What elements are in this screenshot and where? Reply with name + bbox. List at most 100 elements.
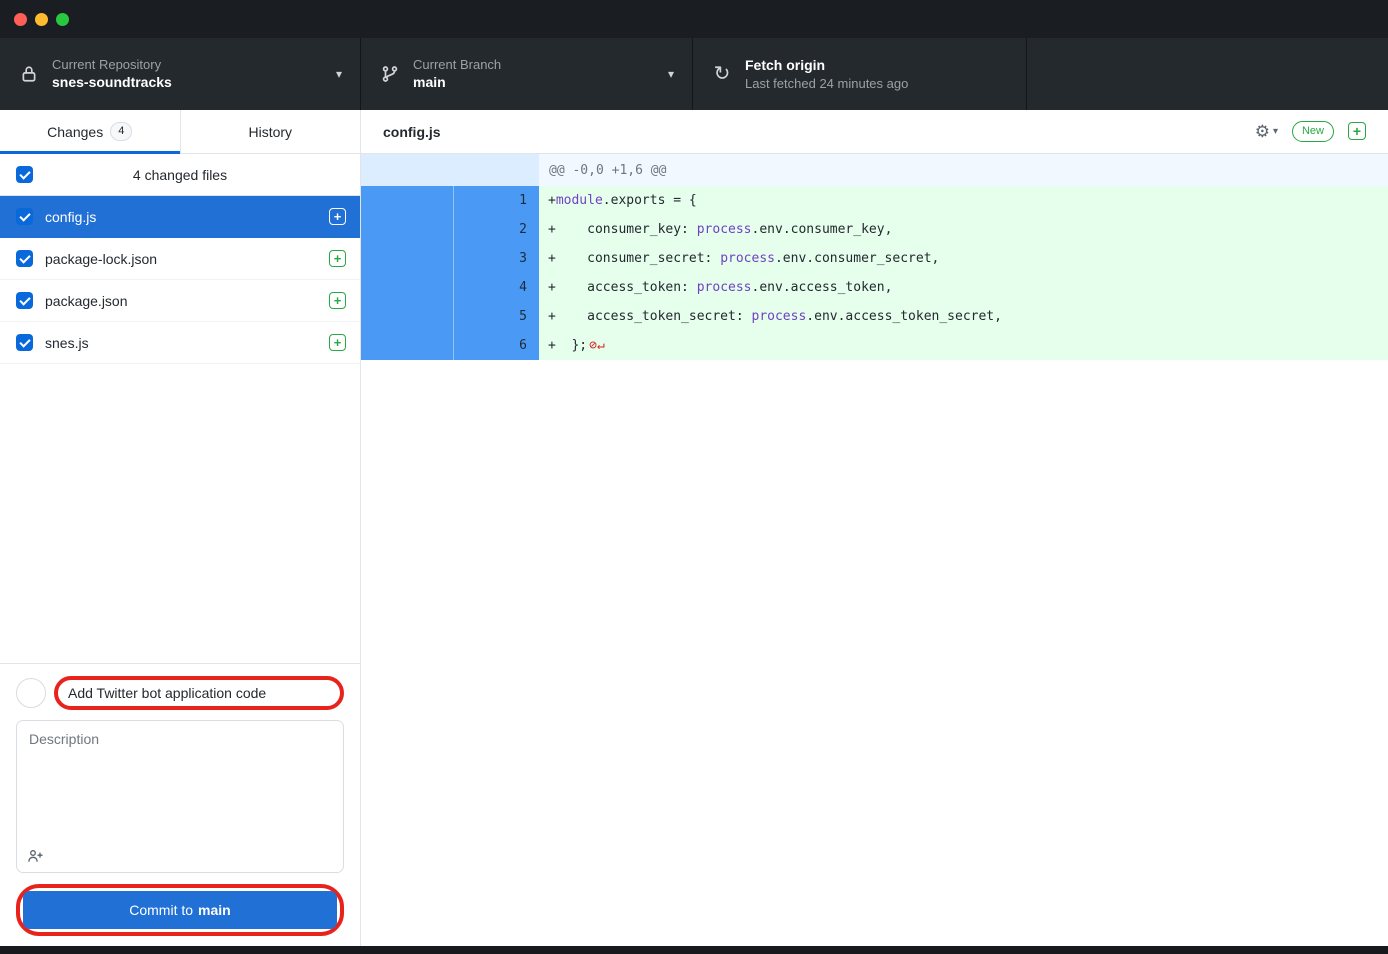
diff-code-line: +module.exports = { xyxy=(539,186,1388,215)
commit-summary-row xyxy=(16,676,344,710)
sidebar-tabs: Changes 4 History xyxy=(0,110,360,154)
current-branch-dropdown[interactable]: Current Branch main ▾ xyxy=(361,38,693,110)
include-file-plus-icon[interactable] xyxy=(329,208,346,225)
current-branch-value: main xyxy=(413,73,501,92)
file-name: snes.js xyxy=(45,335,317,351)
window-bottom-edge xyxy=(0,946,1388,954)
diff-panel: config.js ⚙ ▾ New @@ -0,0 +1,6 @@ 1+modu… xyxy=(361,110,1388,946)
fetch-origin-button[interactable]: ↻ Fetch origin Last fetched 24 minutes a… xyxy=(693,38,1027,110)
changed-files-count: 4 changed files xyxy=(33,167,327,183)
file-checkbox[interactable] xyxy=(16,292,33,309)
annotation-highlight-summary xyxy=(54,676,344,710)
diff-code-line: + consumer_key: process.env.consumer_key… xyxy=(539,215,1388,244)
lock-icon xyxy=(18,65,40,83)
zoom-button[interactable] xyxy=(56,13,69,26)
diff-file-name: config.js xyxy=(383,124,441,140)
current-repository-value: snes-soundtracks xyxy=(52,73,172,92)
git-branch-icon xyxy=(379,65,401,83)
tab-changes-label: Changes xyxy=(47,124,103,140)
hunk-header-text: @@ -0,0 +1,6 @@ xyxy=(539,154,1388,186)
changes-count-badge: 4 xyxy=(110,122,132,140)
diff-gutter-new[interactable]: 3 xyxy=(453,244,539,273)
toolbar: Current Repository snes-soundtracks ▾ Cu… xyxy=(0,38,1388,110)
diff-gutter-new[interactable]: 5 xyxy=(453,302,539,331)
hunk-header-row: @@ -0,0 +1,6 @@ xyxy=(361,154,1388,186)
file-name: package.json xyxy=(45,293,317,309)
diff-gutter-new[interactable]: 6 xyxy=(453,331,539,360)
avatar xyxy=(16,678,46,708)
commit-description-input[interactable] xyxy=(17,721,343,839)
gear-icon: ⚙ xyxy=(1255,123,1270,140)
diff-header: config.js ⚙ ▾ New xyxy=(361,110,1388,154)
diff-line-5: 5+ access_token_secret: process.env.acce… xyxy=(361,302,1388,331)
changed-files-header: 4 changed files xyxy=(0,154,360,196)
file-checkbox[interactable] xyxy=(16,208,33,225)
file-row-config.js[interactable]: config.js xyxy=(0,196,360,238)
add-plus-icon[interactable] xyxy=(1348,122,1366,140)
tab-changes[interactable]: Changes 4 xyxy=(0,110,180,153)
fetch-origin-title: Fetch origin xyxy=(745,56,908,75)
include-file-plus-icon[interactable] xyxy=(329,334,346,351)
diff-gutter-old[interactable] xyxy=(361,186,453,215)
file-name: package-lock.json xyxy=(45,251,317,267)
diff-options-button[interactable]: ⚙ ▾ xyxy=(1255,123,1278,140)
tab-history-label: History xyxy=(248,124,292,140)
commit-button[interactable]: Commit to main xyxy=(23,891,337,929)
diff-code-line: + access_token: process.env.access_token… xyxy=(539,273,1388,302)
minimize-button[interactable] xyxy=(35,13,48,26)
current-branch-label: Current Branch xyxy=(413,56,501,74)
chevron-down-icon: ▾ xyxy=(1273,126,1278,137)
commit-button-prefix: Commit to xyxy=(129,902,193,918)
diff-gutter-old[interactable] xyxy=(361,215,453,244)
select-all-checkbox[interactable] xyxy=(16,166,33,183)
diff-gutter-old[interactable] xyxy=(361,273,453,302)
current-repository-label: Current Repository xyxy=(52,56,172,74)
sync-icon: ↻ xyxy=(711,64,733,84)
file-list: config.js package-lock.json package.json sn… xyxy=(0,196,360,364)
diff-code-line: + };⊘↵ xyxy=(539,331,1388,360)
app-window: Current Repository snes-soundtracks ▾ Cu… xyxy=(0,0,1388,954)
close-button[interactable] xyxy=(14,13,27,26)
diff-gutter-new[interactable]: 1 xyxy=(453,186,539,215)
diff-gutter-old[interactable] xyxy=(361,331,453,360)
diff-line-3: 3+ consumer_secret: process.env.consumer… xyxy=(361,244,1388,273)
hunk-gutter xyxy=(361,154,539,186)
include-file-plus-icon[interactable] xyxy=(329,292,346,309)
commit-summary-input[interactable] xyxy=(66,683,332,703)
chevron-down-icon: ▾ xyxy=(324,67,342,81)
new-file-badge: New xyxy=(1292,121,1334,141)
annotation-highlight-commit: Commit to main xyxy=(16,884,344,936)
diff-line-1: 1+module.exports = { xyxy=(361,186,1388,215)
file-row-package-lock.json[interactable]: package-lock.json xyxy=(0,238,360,280)
file-checkbox[interactable] xyxy=(16,334,33,351)
diff-lines: 1+module.exports = {2+ consumer_key: pro… xyxy=(361,186,1388,360)
fetch-origin-subtitle: Last fetched 24 minutes ago xyxy=(745,75,908,93)
diff-gutter-old[interactable] xyxy=(361,244,453,273)
sidebar: Changes 4 History 4 changed files config… xyxy=(0,110,361,946)
diff-line-6: 6+ };⊘↵ xyxy=(361,331,1388,360)
titlebar xyxy=(0,0,1388,38)
toolbar-spacer xyxy=(1027,38,1388,110)
current-repository-dropdown[interactable]: Current Repository snes-soundtracks ▾ xyxy=(0,38,361,110)
tab-history[interactable]: History xyxy=(180,110,361,153)
diff-line-2: 2+ consumer_key: process.env.consumer_ke… xyxy=(361,215,1388,244)
diff-code-line: + access_token_secret: process.env.acces… xyxy=(539,302,1388,331)
diff-line-4: 4+ access_token: process.env.access_toke… xyxy=(361,273,1388,302)
diff-gutter-new[interactable]: 4 xyxy=(453,273,539,302)
diff-content: @@ -0,0 +1,6 @@ 1+module.exports = {2+ c… xyxy=(361,154,1388,360)
file-checkbox[interactable] xyxy=(16,250,33,267)
diff-code-line: + consumer_secret: process.env.consumer_… xyxy=(539,244,1388,273)
commit-button-branch: main xyxy=(198,902,231,918)
file-row-package.json[interactable]: package.json xyxy=(0,280,360,322)
main-content: Changes 4 History 4 changed files config… xyxy=(0,110,1388,946)
file-row-snes.js[interactable]: snes.js xyxy=(0,322,360,364)
add-coauthor-icon[interactable] xyxy=(27,848,44,864)
diff-gutter-new[interactable]: 2 xyxy=(453,215,539,244)
diff-gutter-old[interactable] xyxy=(361,302,453,331)
include-file-plus-icon[interactable] xyxy=(329,250,346,267)
commit-area: Commit to main xyxy=(0,663,360,946)
file-name: config.js xyxy=(45,209,317,225)
diff-header-actions: ⚙ ▾ New xyxy=(1255,121,1366,141)
chevron-down-icon: ▾ xyxy=(656,67,674,81)
commit-description-box xyxy=(16,720,344,873)
